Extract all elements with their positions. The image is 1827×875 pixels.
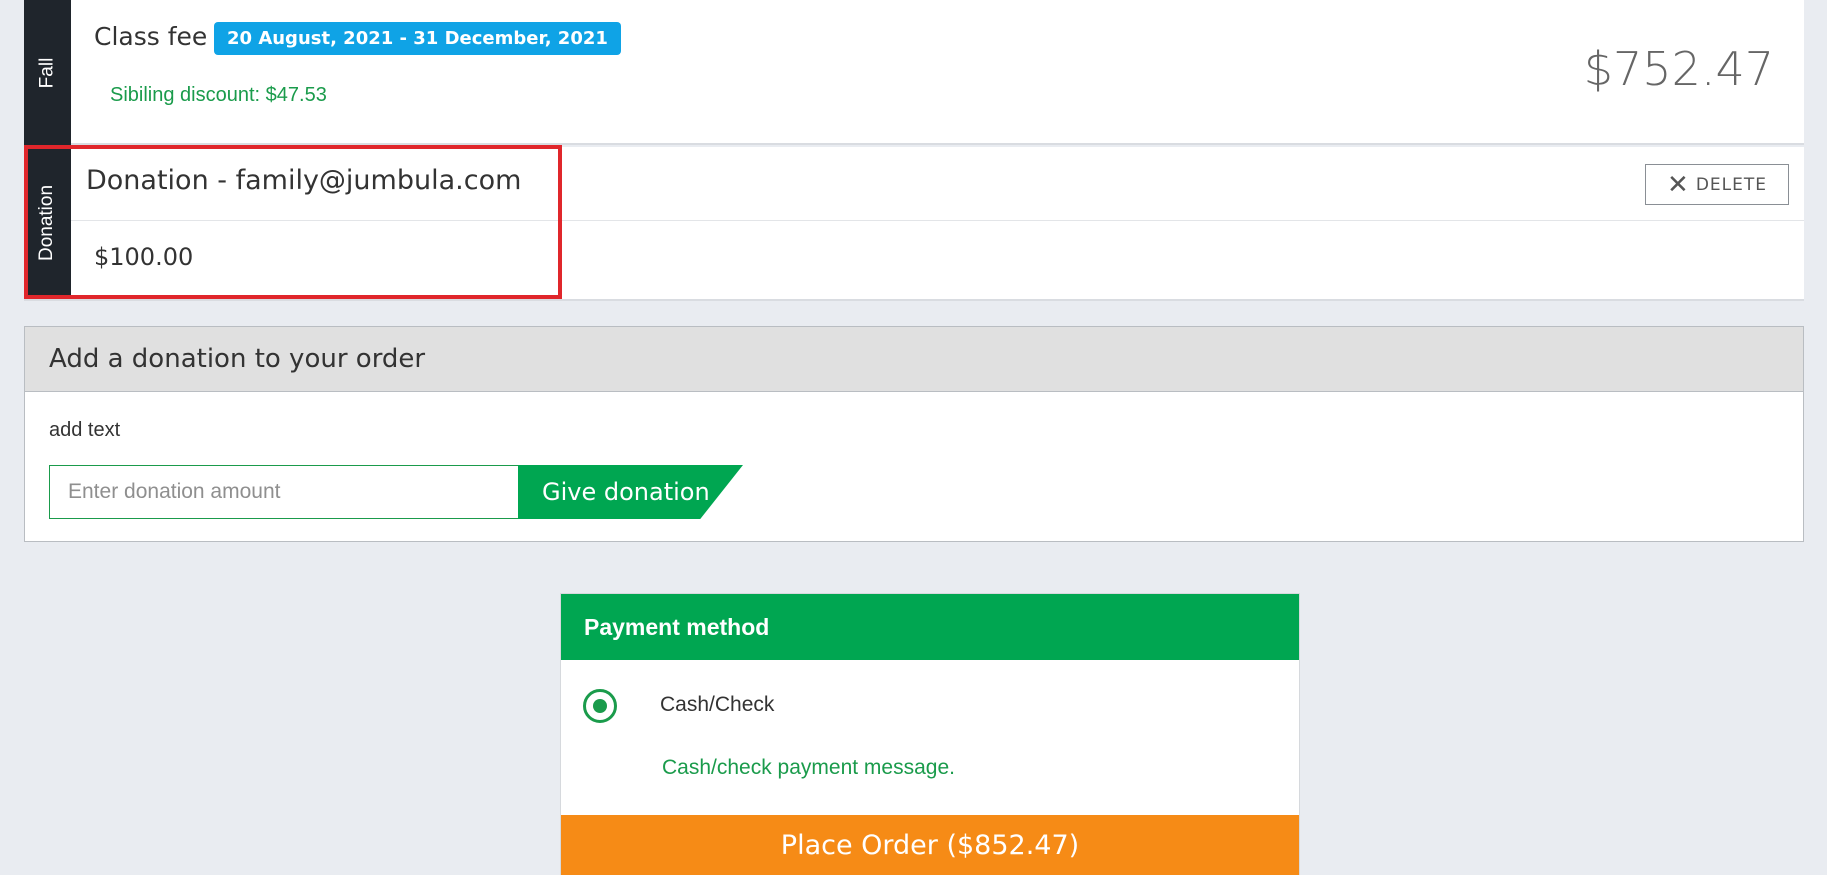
add-donation-header: Add a donation to your order <box>25 327 1803 392</box>
date-range-badge: 20 August, 2021 - 31 December, 2021 <box>214 22 621 55</box>
class-fee-title: Class fee <box>94 22 208 51</box>
cash-check-message: Cash/check payment message. <box>662 756 955 779</box>
place-order-button[interactable]: Place Order ($852.47) <box>561 815 1299 875</box>
cash-check-radio[interactable] <box>583 689 617 723</box>
donation-description: add text <box>49 419 121 441</box>
cash-check-label[interactable]: Cash/Check <box>660 693 774 717</box>
class-fee-amount: $752.47 <box>1583 42 1774 96</box>
donation-amount: $100.00 <box>94 243 194 271</box>
payment-method-panel: Payment method Cash/Check Cash/check pay… <box>560 593 1300 875</box>
add-donation-panel: Add a donation to your order add text Gi… <box>24 326 1804 542</box>
payment-method-header: Payment method <box>561 594 1299 660</box>
donation-side-tab: Donation <box>24 147 71 299</box>
close-icon: ✕ <box>1667 169 1690 200</box>
fall-tab-label: Fall <box>36 57 58 88</box>
donation-title: Donation - family@jumbula.com <box>86 165 522 196</box>
sibling-discount-text: Sibiling discount: $47.53 <box>110 84 327 106</box>
donation-divider <box>71 220 1804 221</box>
fall-line-item: Fall Class fee 20 August, 2021 - 31 Dece… <box>24 0 1804 145</box>
delete-donation-button[interactable]: ✕ DELETE <box>1645 164 1789 205</box>
delete-label: DELETE <box>1695 174 1767 195</box>
radio-selected-dot <box>593 699 607 713</box>
donation-tab-label: Donation <box>36 184 58 262</box>
fall-side-tab: Fall <box>24 0 71 145</box>
donation-line-item: Donation Donation - family@jumbula.com $… <box>24 147 1804 301</box>
donation-amount-input[interactable] <box>49 465 529 519</box>
